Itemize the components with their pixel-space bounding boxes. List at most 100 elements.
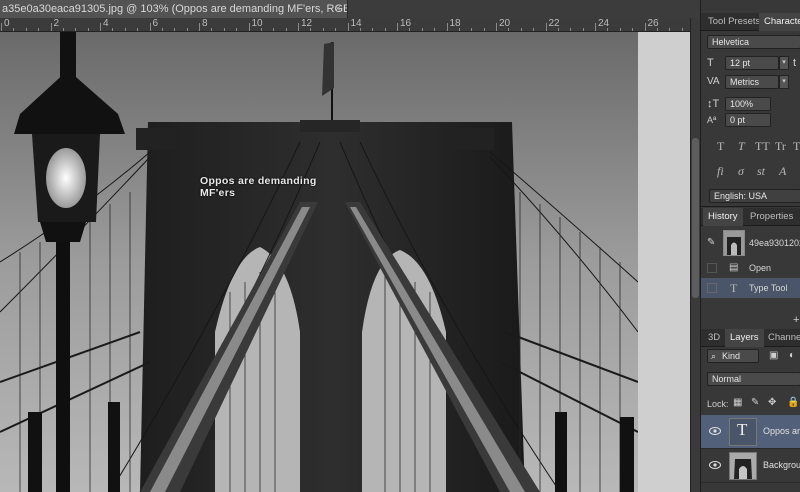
ruler-tick (421, 28, 423, 31)
ruler-tick (1, 23, 2, 31)
character-panel-tabs: Tool Presets Character (701, 13, 800, 31)
font-size-dropdown[interactable]: ▾ (779, 56, 789, 70)
ruler-tick (644, 23, 646, 31)
history-brush-source-box[interactable] (707, 283, 717, 293)
old-style-button[interactable]: σ (738, 164, 744, 178)
canvas-text-layer[interactable]: Oppos are demanding MF'ers (200, 175, 317, 199)
panel-divider (701, 206, 800, 207)
ruler-tick (174, 28, 176, 31)
horizontal-ruler[interactable]: 0 2 4 6 8 10 12 14 16 18 20 22 24 26 (0, 18, 690, 32)
ruler-tick (50, 23, 52, 31)
ruler-tick (595, 23, 596, 31)
ruler-label: 0 (4, 18, 10, 29)
layer-name: Oppos are demanding MF'ers (763, 426, 800, 436)
new-document-icon[interactable]: + (793, 314, 799, 326)
ruler-tick (211, 28, 213, 31)
layer-row-text[interactable]: T Oppos are demanding MF'ers (701, 415, 800, 449)
history-panel-tabs: History Properties (701, 208, 800, 226)
scrollbar-thumb[interactable] (692, 138, 699, 298)
small-caps-button[interactable]: Tr (775, 139, 786, 153)
ruler-tick (87, 28, 89, 31)
visibility-eye-icon[interactable] (709, 427, 721, 435)
panels-column: Tool Presets Character Helvetica T 12 pt… (700, 0, 800, 492)
baseline-shift-field[interactable]: 0 pt (725, 113, 771, 127)
history-snapshot[interactable]: ✎ 49ea9301202 (701, 228, 800, 258)
ruler-tick (248, 23, 250, 31)
text-layer-thumbnail: T (729, 418, 757, 446)
lock-transparent-icon[interactable]: ▦ (733, 397, 742, 409)
ruler-tick (161, 28, 163, 31)
tab-character[interactable]: Character (759, 13, 800, 31)
adjustment-filter-icon[interactable]: ◐ (789, 350, 795, 362)
document-tab[interactable]: a35e0a30eaca91305.jpg @ 103% (Oppos are … (0, 0, 348, 18)
ruler-tick (285, 28, 287, 31)
history-state-type-tool[interactable]: T Type Tool (701, 278, 800, 298)
tab-properties[interactable]: Properties (745, 208, 798, 226)
faux-italic-button[interactable]: T (738, 139, 745, 153)
snapshot-thumbnail (723, 230, 745, 256)
ruler-tick (100, 23, 101, 31)
ruler-label: 4 (103, 18, 109, 29)
ruler-tick (409, 28, 411, 31)
ruler-tick (533, 28, 535, 31)
pasteboard (638, 32, 690, 492)
lock-image-icon[interactable]: ✎ (751, 397, 759, 409)
lock-all-icon[interactable]: 🔒 (787, 397, 799, 409)
ruler-tick (137, 28, 139, 31)
ruler-tick (149, 23, 151, 31)
ruler-tick (199, 23, 200, 31)
type-tool-icon: T (730, 281, 738, 295)
tab-layers[interactable]: Layers (725, 329, 764, 347)
discretionary-ligatures-button[interactable]: st (757, 164, 765, 178)
ruler-tick (446, 23, 448, 31)
ruler-tick (62, 28, 64, 31)
ruler-tick (310, 28, 312, 31)
visibility-eye-icon[interactable] (709, 461, 721, 469)
lock-position-icon[interactable]: ✥ (768, 397, 776, 409)
document-tab-title: a35e0a30eaca91305.jpg @ 103% (Oppos are … (2, 3, 348, 15)
ruler-tick (359, 28, 361, 31)
ruler-tick (483, 28, 485, 31)
ligatures-button[interactable]: fi (717, 164, 724, 178)
ruler-tick (13, 28, 15, 31)
ruler-tick (656, 28, 658, 31)
font-size-field[interactable]: 12 pt (725, 56, 779, 70)
language-select[interactable]: English: USA (709, 189, 800, 203)
ruler-tick (557, 28, 559, 31)
ruler-tick (632, 28, 634, 31)
ruler-tick (458, 28, 460, 31)
ruler-tick (347, 23, 349, 31)
layer-filter-kind[interactable]: ⌕ Kind (707, 349, 759, 363)
tab-tool-presets[interactable]: Tool Presets (703, 13, 765, 31)
history-state-open[interactable]: ▤ Open (701, 258, 800, 278)
kerning-dropdown[interactable]: ▾ (779, 75, 789, 89)
ruler-tick (471, 28, 473, 31)
canvas-text-line-2: MF'ers (200, 187, 236, 199)
ruler-tick (260, 28, 262, 31)
layer-name: Background (763, 460, 800, 470)
ruler-tick (186, 28, 188, 31)
layers-panel-tabs: 3D Layers Channels (701, 329, 800, 347)
close-tab-icon[interactable]: × (335, 0, 341, 18)
ruler-tick (273, 28, 275, 31)
tab-3d[interactable]: 3D (703, 329, 725, 347)
tab-bar-empty (348, 0, 700, 18)
ruler-tick (236, 28, 238, 31)
faux-bold-button[interactable]: T (717, 139, 724, 153)
all-caps-button[interactable]: TT (755, 139, 770, 153)
kerning-field[interactable]: Metrics (725, 75, 779, 89)
history-brush-source-box[interactable] (707, 263, 717, 273)
pixel-filter-icon[interactable]: ▣ (769, 350, 778, 362)
font-family-select[interactable]: Helvetica (707, 35, 800, 49)
blend-mode-select[interactable]: Normal (707, 372, 800, 386)
ruler-tick (508, 28, 510, 31)
tab-history[interactable]: History (703, 208, 743, 226)
layer-row-background[interactable]: Background (701, 449, 800, 483)
vertical-scrollbar[interactable] (690, 18, 700, 492)
image-canvas[interactable]: Oppos are demanding MF'ers (0, 32, 638, 492)
swash-button[interactable]: A (779, 164, 786, 178)
tab-channels[interactable]: Channels (763, 329, 800, 347)
superscript-button[interactable]: T (793, 139, 800, 153)
vertical-scale-field[interactable]: 100% (725, 97, 771, 111)
history-state-label: Type Tool (749, 283, 788, 293)
